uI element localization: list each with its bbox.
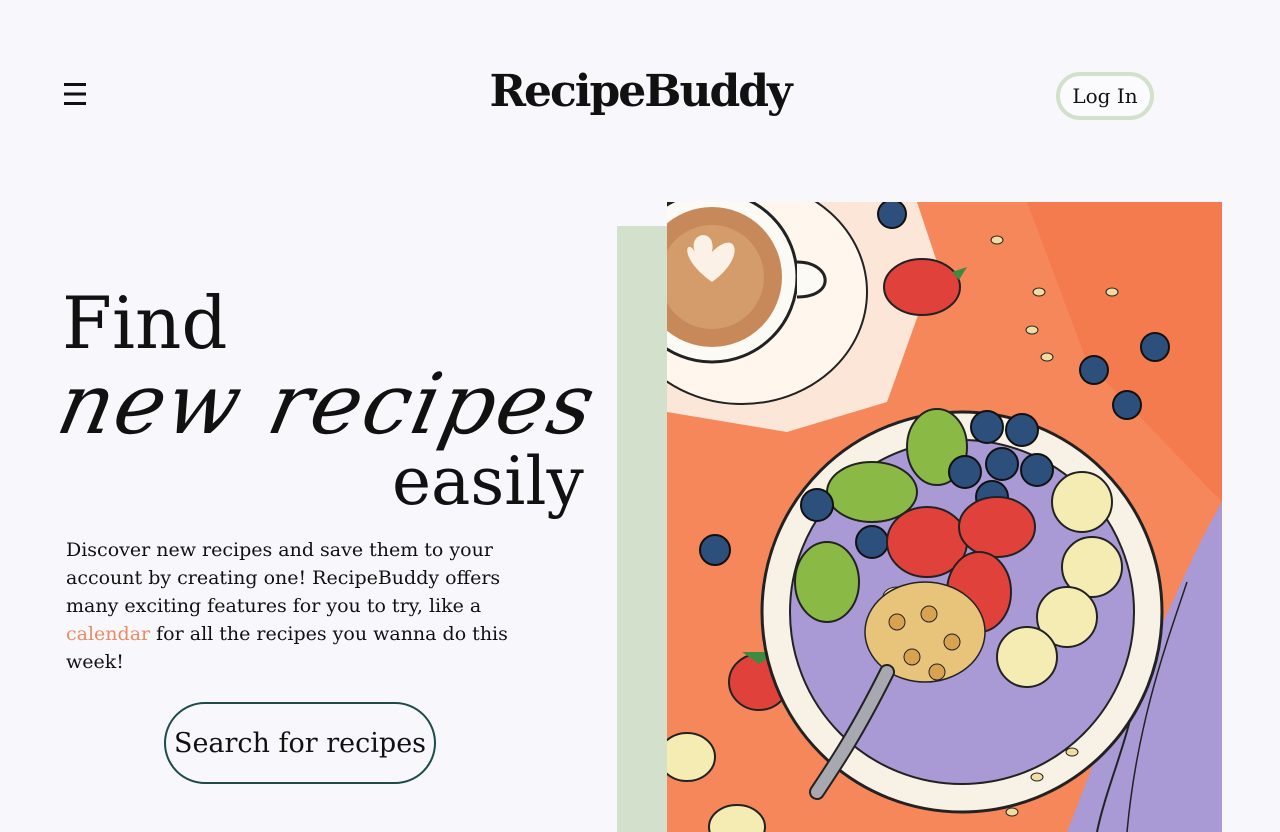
search-recipes-button[interactable]: Search for recipes (164, 702, 436, 784)
food-illustration (667, 202, 1222, 832)
login-button[interactable]: Log In (1056, 72, 1154, 120)
hero-title-line3: easily (392, 443, 584, 520)
description-text: Discover new recipes and save them to yo… (66, 539, 501, 617)
calendar-link[interactable]: calendar (66, 623, 150, 645)
hero-description: Discover new recipes and save them to yo… (66, 536, 556, 676)
hero-title-script: new recipes (49, 355, 606, 453)
accent-panel (617, 226, 667, 832)
hero-title-line1: Find (62, 281, 228, 365)
